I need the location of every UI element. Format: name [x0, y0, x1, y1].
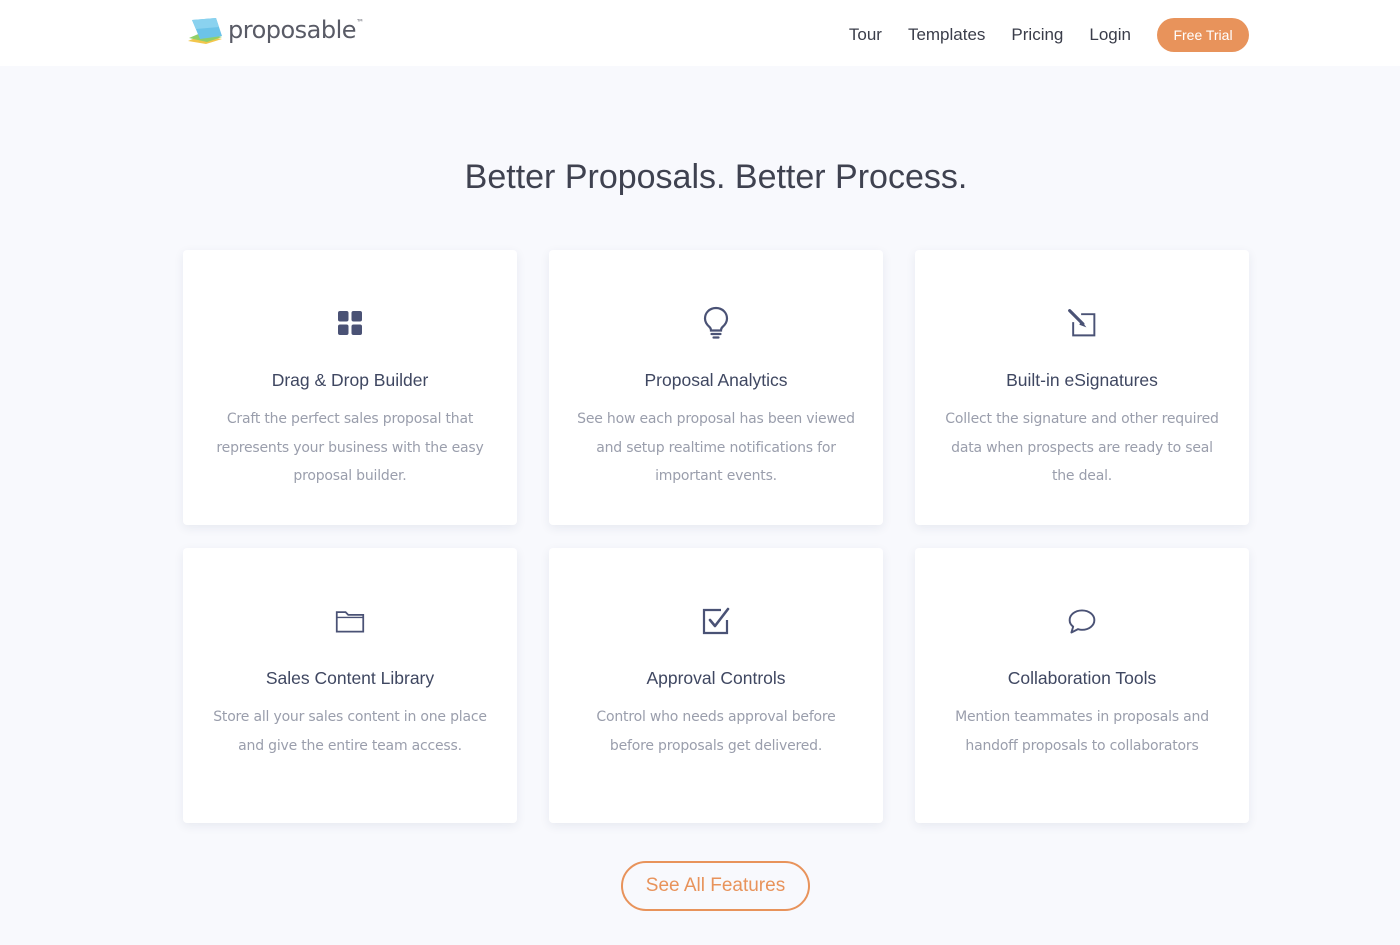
feature-description: Control who needs approval before before…	[596, 709, 836, 754]
logo-trademark: ™	[356, 18, 365, 27]
feature-card-esignatures: Built-in eSignatures Collect the signatu…	[915, 250, 1249, 525]
feature-card-drag-drop: Drag & Drop Builder Craft the perfect sa…	[183, 250, 517, 525]
feature-description: Store all your sales content in one plac…	[213, 709, 487, 754]
checkbox-icon	[701, 604, 731, 638]
nav-pricing-link[interactable]: Pricing	[1011, 25, 1063, 45]
nav-tour-link[interactable]: Tour	[849, 25, 882, 45]
folder-icon	[335, 604, 365, 638]
main-nav: Tour Templates Pricing Login Free Trial	[849, 18, 1249, 52]
feature-card-approval: Approval Controls Control who needs appr…	[549, 548, 883, 823]
feature-title: Proposal Analytics	[644, 370, 788, 390]
feature-card-content-library: Sales Content Library Store all your sal…	[183, 548, 517, 823]
nav-templates-link[interactable]: Templates	[908, 25, 985, 45]
logo[interactable]: proposable ™	[186, 14, 364, 46]
feature-description: Craft the perfect sales proposal that re…	[216, 411, 484, 484]
feature-description: Mention teammates in proposals and hando…	[955, 709, 1209, 754]
free-trial-button[interactable]: Free Trial	[1157, 18, 1249, 52]
feature-description: Collect the signature and other required…	[945, 411, 1219, 484]
feature-card-collaboration: Collaboration Tools Mention teammates in…	[915, 548, 1249, 823]
pen-square-icon	[1067, 306, 1097, 340]
feature-title: Approval Controls	[646, 668, 786, 688]
feature-description: See how each proposal has been viewed an…	[577, 411, 855, 484]
logo-icon	[188, 18, 222, 44]
chat-bubble-icon	[1067, 604, 1097, 638]
grid-icon	[335, 306, 365, 340]
feature-title: Built-in eSignatures	[1006, 370, 1158, 390]
nav-login-link[interactable]: Login	[1089, 25, 1131, 45]
logo-text: proposable	[228, 16, 357, 44]
feature-title: Drag & Drop Builder	[271, 370, 429, 390]
feature-title: Sales Content Library	[265, 668, 435, 688]
see-all-features-button[interactable]: See All Features	[621, 861, 810, 911]
lightbulb-icon	[701, 306, 731, 340]
feature-title: Collaboration Tools	[1007, 668, 1157, 688]
feature-card-analytics: Proposal Analytics See how each proposal…	[549, 250, 883, 525]
site-header: proposable ™ Tour Templates Pricing Logi…	[0, 0, 1400, 66]
page-headline: Better Proposals. Better Process.	[464, 158, 968, 196]
